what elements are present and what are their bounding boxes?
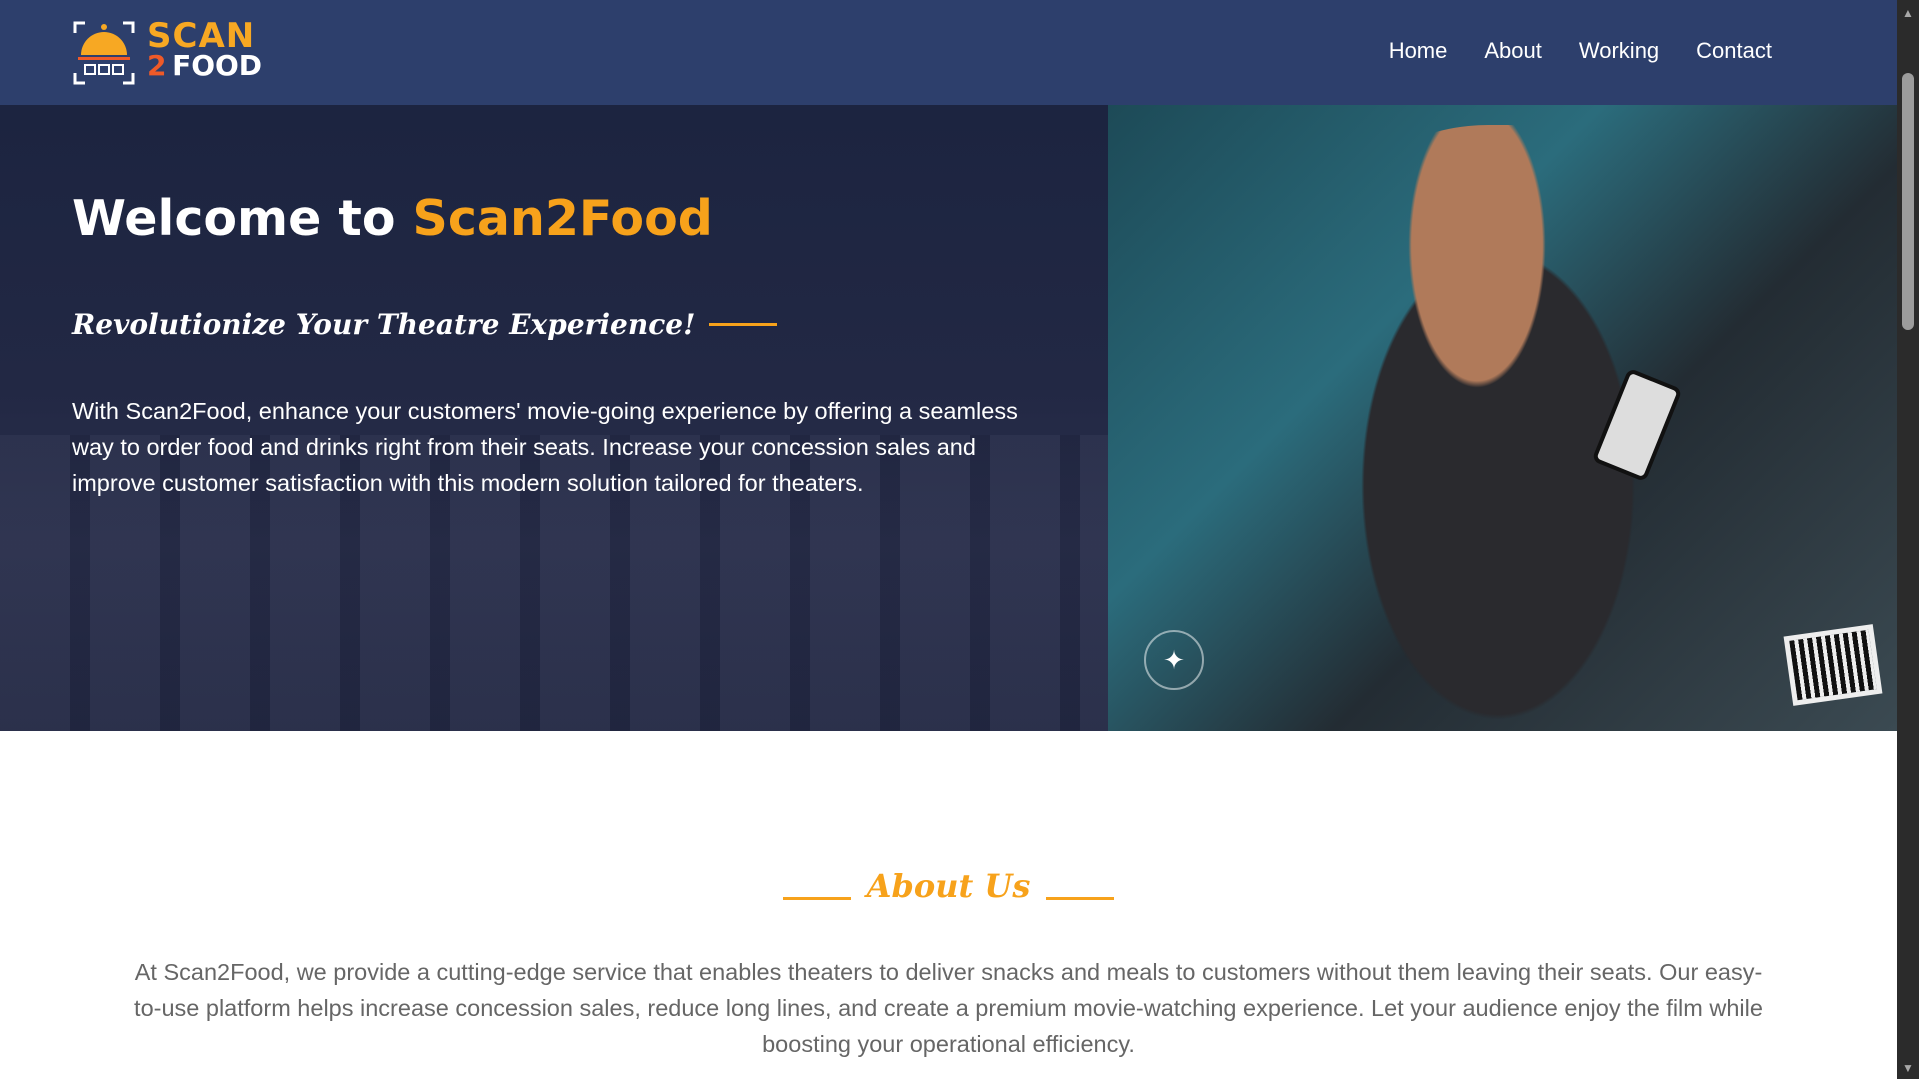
nav-home[interactable]: Home: [1389, 38, 1448, 64]
about-heading: About Us: [0, 867, 1897, 905]
nav-contact[interactable]: Contact: [1696, 38, 1772, 64]
logo[interactable]: SCAN 2 FOOD: [73, 16, 263, 86]
about-paragraph: At Scan2Food, we provide a cutting-edge …: [134, 959, 1763, 1057]
scrollbar-thumb[interactable]: [1902, 73, 1914, 330]
scroll-down-icon[interactable]: ▼: [1902, 1061, 1914, 1075]
decorative-line: [709, 323, 778, 326]
hero-title: Welcome to Scan2Food: [72, 190, 713, 247]
logo-text-2: 2: [147, 49, 167, 82]
scroll-up-icon[interactable]: ▲: [1902, 6, 1914, 20]
ai-imagined-badge-icon: ✦: [1144, 630, 1204, 690]
hero-image-man-scanning-qr: ✦: [1108, 105, 1897, 731]
hero-subtitle: Revolutionize Your Theatre Experience!: [72, 308, 778, 341]
nav-working[interactable]: Working: [1579, 38, 1659, 64]
scrollbar[interactable]: ▲ ▼: [1897, 0, 1919, 1079]
cloche-qr-icon: [73, 21, 135, 85]
logo-text-food: FOOD: [172, 49, 263, 82]
logo-text-scan: SCAN: [147, 16, 256, 56]
hero-paragraph: With Scan2Food, enhance your customers' …: [72, 398, 1018, 496]
decorative-line: [1046, 896, 1115, 900]
qr-code-image: [1783, 624, 1883, 706]
navbar: SCAN 2 FOOD Home About Working Contact: [0, 0, 1897, 105]
decorative-line: [782, 896, 851, 900]
nav-about[interactable]: About: [1484, 38, 1542, 64]
